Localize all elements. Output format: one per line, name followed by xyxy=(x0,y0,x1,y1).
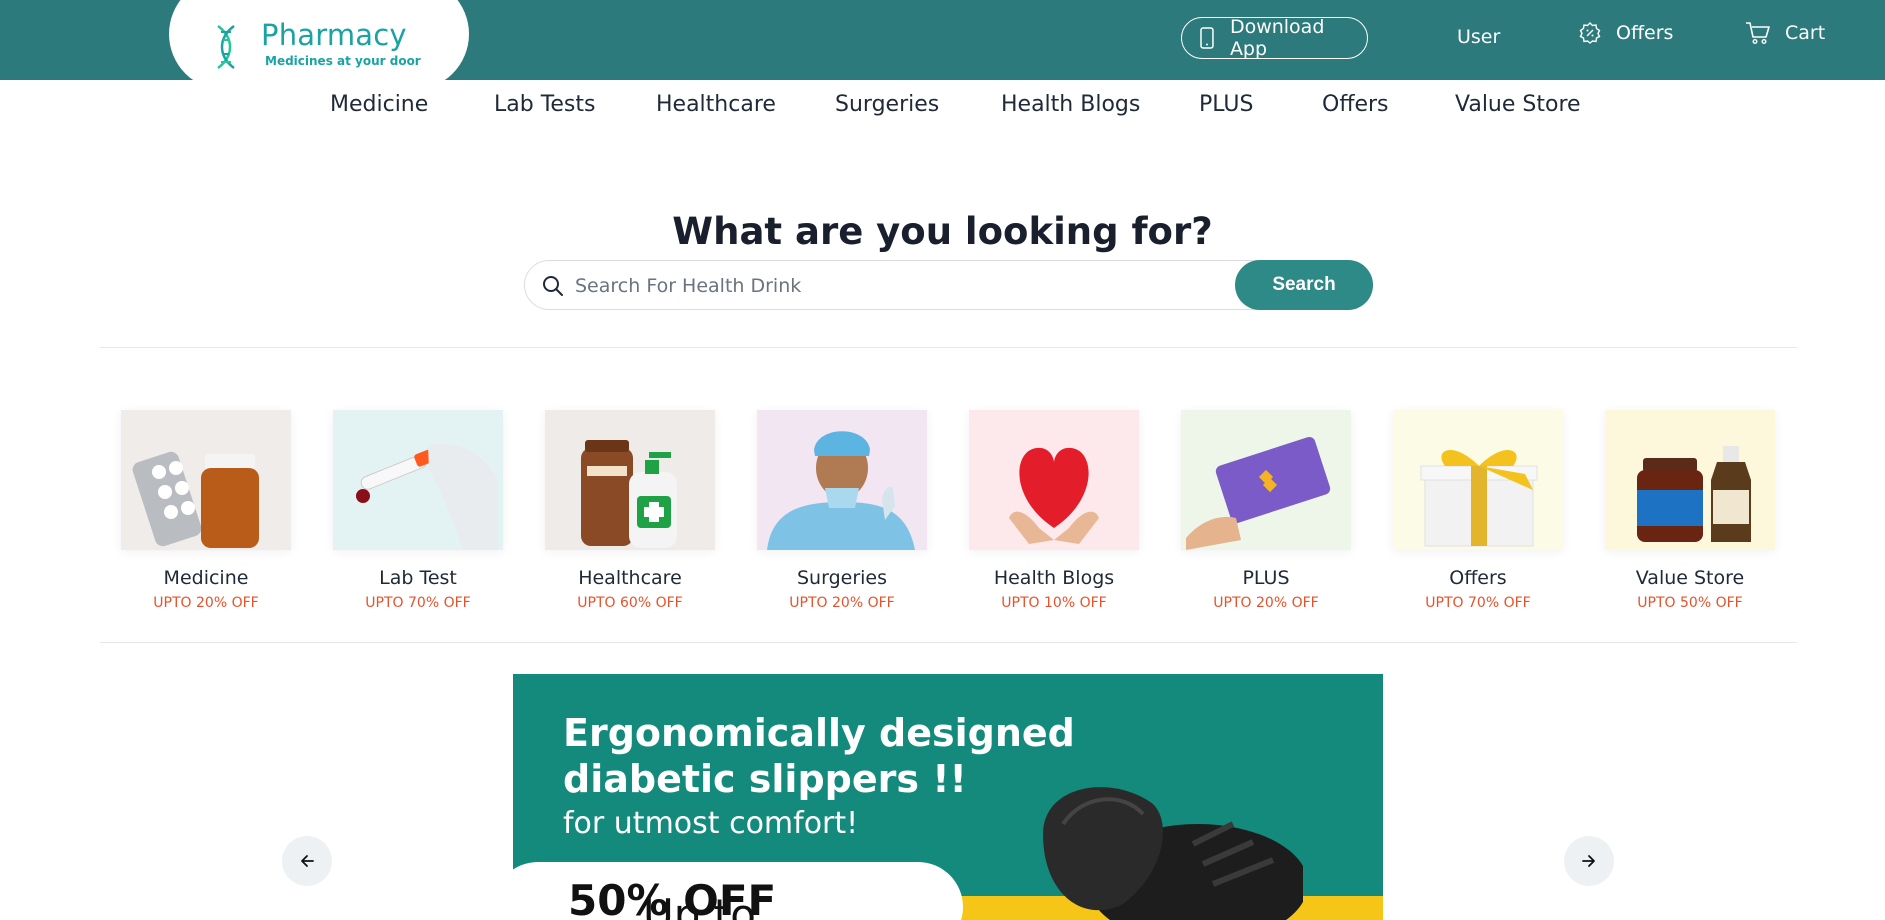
cart-link[interactable]: Cart xyxy=(1745,21,1825,45)
category-name: Healthcare xyxy=(578,567,682,589)
divider-top xyxy=(100,347,1797,348)
phone-icon xyxy=(1200,27,1214,49)
category-name: Lab Test xyxy=(379,567,457,589)
banner-line-1: Ergonomically designed xyxy=(563,711,1075,755)
category-name: Value Store xyxy=(1635,567,1745,589)
category-card-value-store[interactable]: Value Store UPTO 50% OFF xyxy=(1605,410,1775,611)
category-name: Offers xyxy=(1449,567,1507,589)
category-offer: UPTO 60% OFF xyxy=(577,595,683,611)
nav-item-lab-tests[interactable]: Lab Tests xyxy=(494,92,595,117)
category-offer: UPTO 20% OFF xyxy=(789,595,895,611)
user-link[interactable]: User xyxy=(1457,26,1500,48)
pill-bottle-icon xyxy=(132,451,259,548)
promo-prefix: Up to xyxy=(643,890,756,920)
brand-name[interactable]: Pharmacy xyxy=(261,18,407,52)
category-thumbnail xyxy=(121,410,291,550)
banner-line-2: diabetic slippers !! xyxy=(563,757,967,801)
category-card-offers[interactable]: Offers UPTO 70% OFF xyxy=(1393,410,1563,611)
surgeon-icon xyxy=(767,431,915,550)
cart-label: Cart xyxy=(1785,22,1826,44)
dna-logo-icon xyxy=(217,25,235,69)
category-thumbnail xyxy=(1605,410,1775,550)
carousel-prev-button[interactable] xyxy=(282,836,332,886)
banner-headline: Ergonomically designed diabetic slippers… xyxy=(563,710,1075,802)
brand-tagline: Medicines at your door xyxy=(265,54,421,68)
banner-subline: for utmost comfort! xyxy=(563,806,859,841)
nav-item-medicine[interactable]: Medicine xyxy=(330,92,428,117)
nav-item-surgeries[interactable]: Surgeries xyxy=(835,92,939,117)
category-thumbnail xyxy=(1181,410,1351,550)
offers-link[interactable]: Offers xyxy=(1578,21,1673,45)
search-input[interactable] xyxy=(575,269,1235,303)
arrow-left-icon xyxy=(301,855,314,867)
plus-card-icon xyxy=(1186,436,1331,550)
banner-promo-pill: Up to 50% OFF xyxy=(513,862,963,920)
offers-label: Offers xyxy=(1616,22,1674,44)
heart-icon xyxy=(1009,447,1099,544)
arrow-right-icon xyxy=(1582,855,1595,867)
test-tube-icon xyxy=(356,443,498,550)
top-header-bar: Pharmacy Medicines at your door Download… xyxy=(0,0,1885,90)
lotion-bottles-icon xyxy=(581,440,677,548)
category-name: Health Blogs xyxy=(993,567,1115,589)
slipper-icon xyxy=(1043,787,1303,920)
category-card-health-blogs[interactable]: Health Blogs UPTO 10% OFF xyxy=(969,410,1139,611)
category-offer: UPTO 70% OFF xyxy=(1425,595,1531,611)
nav-item-plus[interactable]: PLUS xyxy=(1199,92,1254,117)
supplement-bottles-icon xyxy=(1637,446,1751,542)
gift-box-icon xyxy=(1420,450,1538,547)
nav-item-value-store[interactable]: Value Store xyxy=(1455,92,1581,117)
search-icon xyxy=(543,276,563,296)
category-offer: UPTO 20% OFF xyxy=(1213,595,1319,611)
offer-badge-icon xyxy=(1579,22,1601,44)
main-nav: Medicine Lab Tests Healthcare Surgeries … xyxy=(0,92,1885,128)
nav-item-health-blogs[interactable]: Health Blogs xyxy=(1001,92,1140,117)
promo-banner[interactable]: Ergonomically designed diabetic slippers… xyxy=(513,674,1383,920)
category-offer: UPTO 10% OFF xyxy=(1001,595,1107,611)
category-card-surgeries[interactable]: Surgeries UPTO 20% OFF xyxy=(757,410,927,611)
cart-icon xyxy=(1746,22,1770,45)
download-app-button[interactable]: Download App xyxy=(1181,16,1368,60)
download-app-label: Download App xyxy=(1229,16,1325,60)
search-headline: What are you looking for? xyxy=(672,210,1213,253)
category-thumbnail xyxy=(333,410,503,550)
category-offer: UPTO 20% OFF xyxy=(153,595,259,611)
nav-item-healthcare[interactable]: Healthcare xyxy=(656,92,776,117)
search-bar: Search xyxy=(524,260,1373,310)
category-name: Surgeries xyxy=(796,567,887,589)
user-label: User xyxy=(1457,26,1501,48)
category-card-healthcare[interactable]: Healthcare UPTO 60% OFF xyxy=(545,410,715,611)
category-name: Medicine xyxy=(163,567,249,589)
carousel-next-button[interactable] xyxy=(1564,836,1614,886)
category-thumbnail xyxy=(757,410,927,550)
nav-item-offers[interactable]: Offers xyxy=(1322,92,1389,117)
category-card-lab-test[interactable]: Lab Test UPTO 70% OFF xyxy=(333,410,503,611)
category-thumbnail xyxy=(545,410,715,550)
category-offer: UPTO 70% OFF xyxy=(365,595,471,611)
divider-bottom xyxy=(100,642,1797,643)
category-thumbnail xyxy=(1393,410,1563,550)
search-button[interactable]: Search xyxy=(1235,260,1373,310)
category-card-plus[interactable]: PLUS UPTO 20% OFF xyxy=(1181,410,1351,611)
category-offer: UPTO 50% OFF xyxy=(1637,595,1743,611)
category-thumbnail xyxy=(969,410,1139,550)
category-card-medicine[interactable]: Medicine UPTO 20% OFF xyxy=(121,410,291,611)
category-name: PLUS xyxy=(1242,567,1290,589)
